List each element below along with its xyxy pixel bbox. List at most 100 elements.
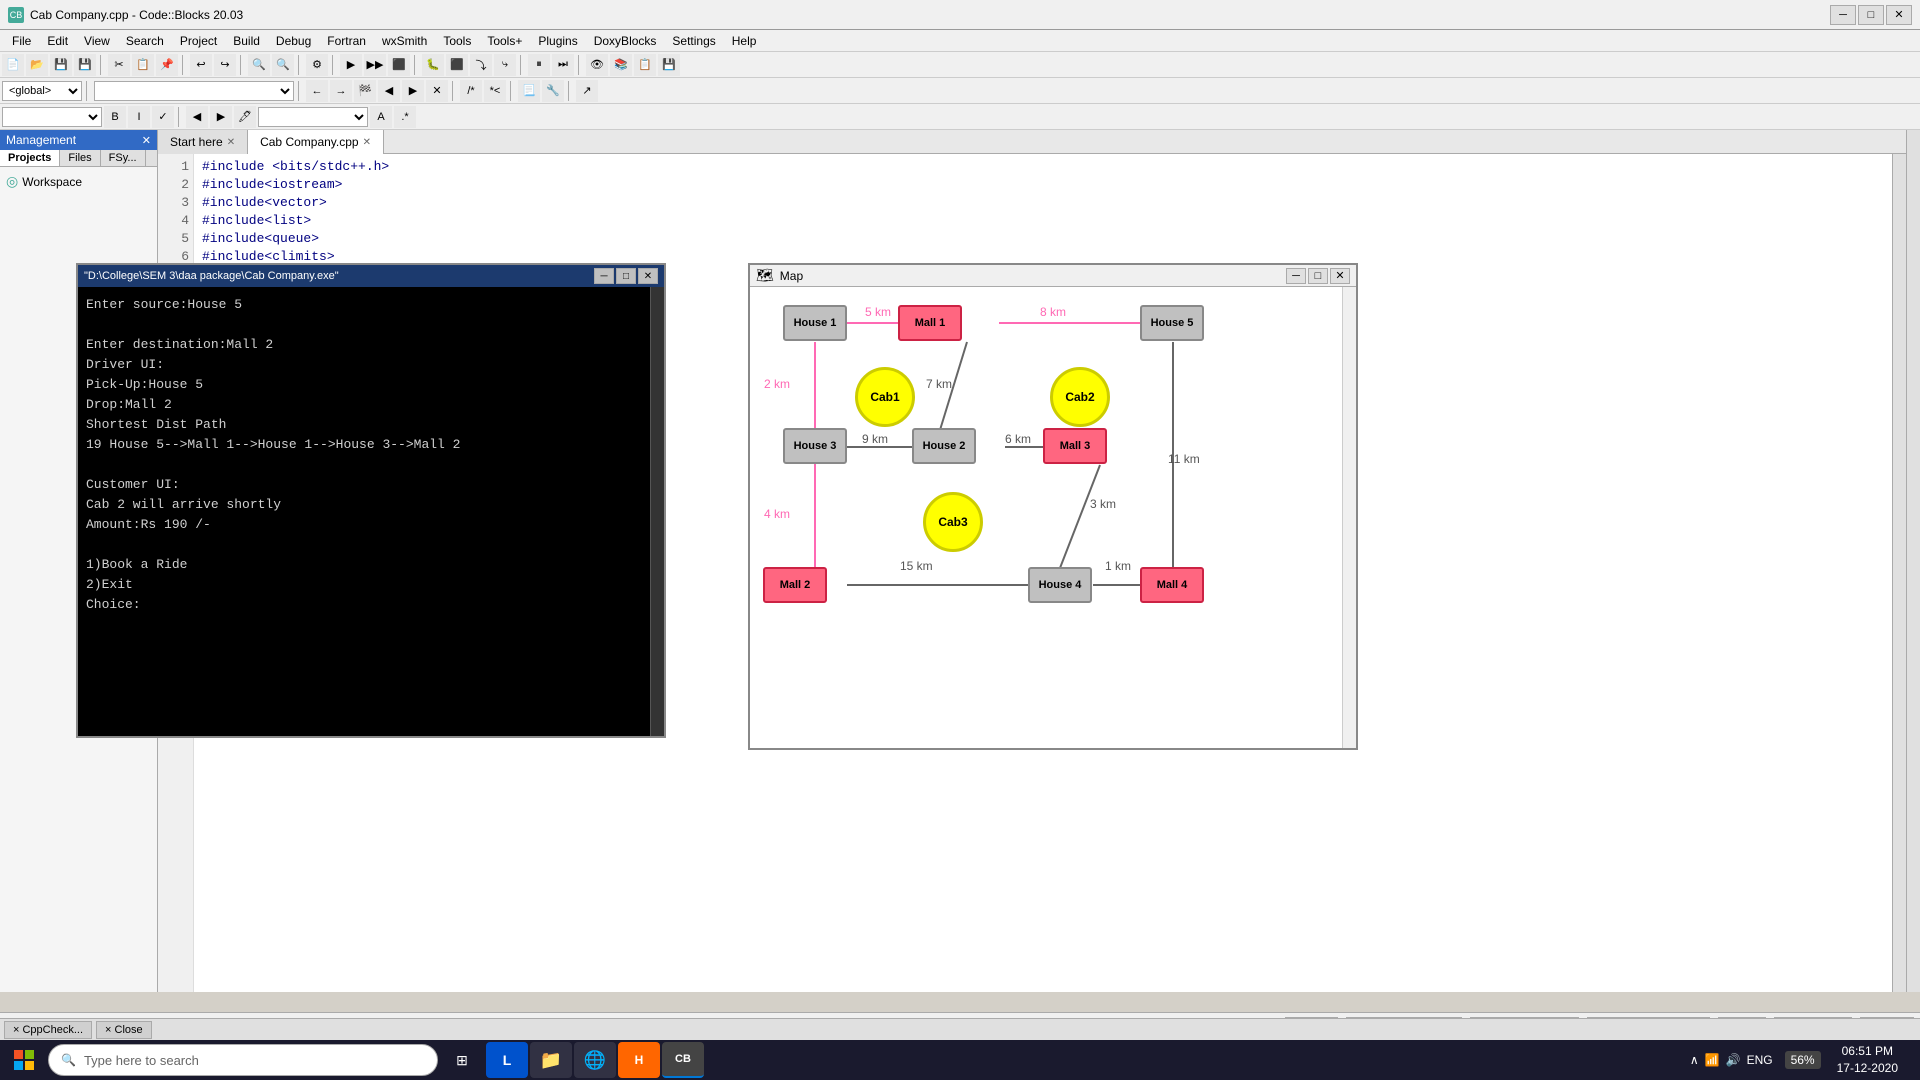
font-button[interactable]: A: [370, 106, 392, 128]
menu-item-settings[interactable]: Settings: [664, 32, 723, 50]
watches-button[interactable]: 👁: [586, 54, 608, 76]
tab-close-0[interactable]: ✕: [227, 137, 235, 148]
console-restore-button[interactable]: □: [616, 268, 636, 284]
more-button[interactable]: 🔧: [542, 80, 564, 102]
task-view-button[interactable]: ⊞: [442, 1042, 482, 1078]
stack-button[interactable]: 📚: [610, 54, 632, 76]
taskbar-app-files[interactable]: 📁: [530, 1042, 572, 1078]
memory-button[interactable]: 💾: [658, 54, 680, 76]
clear-bookmark-button[interactable]: ✕: [426, 80, 448, 102]
minimize-button[interactable]: ─: [1830, 5, 1856, 25]
map-scrollbar[interactable]: [1342, 287, 1356, 748]
next-btn2[interactable]: ▶: [210, 106, 232, 128]
nav-fwd-button[interactable]: →: [330, 80, 352, 102]
sidebar-tab-1[interactable]: Files: [60, 150, 100, 166]
right-scrollbar[interactable]: [1906, 130, 1920, 992]
search-combo[interactable]: [258, 107, 368, 127]
scope-combo[interactable]: <global>: [2, 81, 82, 101]
menu-item-search[interactable]: Search: [118, 32, 172, 50]
sidebar-close-button[interactable]: ✕: [142, 134, 151, 147]
console-close-button[interactable]: ✕: [638, 268, 658, 284]
volume-icon[interactable]: 🔊: [1726, 1053, 1741, 1067]
debug-next-button[interactable]: ⤵: [470, 54, 492, 76]
close-tab[interactable]: × Close: [96, 1021, 152, 1039]
find-button[interactable]: 🔍: [248, 54, 270, 76]
menu-item-doxyblocks[interactable]: DoxyBlocks: [586, 32, 665, 50]
disassemble-button[interactable]: 📋: [634, 54, 656, 76]
sidebar-tab-2[interactable]: FSy...: [101, 150, 146, 166]
copy-button[interactable]: 📋: [132, 54, 154, 76]
paste-button[interactable]: 📌: [156, 54, 178, 76]
sidebar-tab-0[interactable]: Projects: [0, 150, 60, 166]
run-button[interactable]: ▶▶: [364, 54, 386, 76]
map-minimize-button[interactable]: ─: [1286, 268, 1306, 284]
abbrev-button[interactable]: 📃: [518, 80, 540, 102]
italic-button[interactable]: I: [128, 106, 150, 128]
map-close-button[interactable]: ✕: [1330, 268, 1350, 284]
taskbar-search-box[interactable]: 🔍 Type here to search: [48, 1044, 438, 1076]
taskbar-app-hxd[interactable]: H: [618, 1042, 660, 1078]
nav-back-button[interactable]: ←: [306, 80, 328, 102]
menu-item-edit[interactable]: Edit: [39, 32, 76, 50]
map-maximize-button[interactable]: □: [1308, 268, 1328, 284]
menu-item-tools+[interactable]: Tools+: [479, 32, 530, 50]
console-minimize-button[interactable]: ─: [594, 268, 614, 284]
debug-button[interactable]: 🐛: [422, 54, 444, 76]
menu-item-plugins[interactable]: Plugins: [530, 32, 585, 50]
pause-button[interactable]: ⏸: [528, 54, 550, 76]
prev-button[interactable]: ◀: [186, 106, 208, 128]
bookmark-button[interactable]: 🏁: [354, 80, 376, 102]
highlight-button[interactable]: 🖊: [234, 106, 256, 128]
regex-button[interactable]: .*: [394, 106, 416, 128]
prev-bookmark-button[interactable]: ◀: [378, 80, 400, 102]
stop-button[interactable]: ⬛: [388, 54, 410, 76]
cut-button[interactable]: ✂: [108, 54, 130, 76]
taskbar-app-L[interactable]: L: [486, 1042, 528, 1078]
console-scrollbar[interactable]: [650, 287, 664, 736]
save-file-button[interactable]: 💾: [50, 54, 72, 76]
editor-tab-0[interactable]: Start here ✕: [158, 130, 248, 154]
editor-scrollbar[interactable]: [1892, 154, 1906, 992]
tab-close-1[interactable]: ✕: [363, 137, 371, 148]
cppcheck-tab[interactable]: × CppCheck...: [4, 1021, 92, 1039]
next-bookmark-button[interactable]: ▶: [402, 80, 424, 102]
menu-item-tools[interactable]: Tools: [435, 32, 479, 50]
editor-tab-1[interactable]: Cab Company.cpp ✕: [248, 130, 384, 154]
taskbar-app-chrome[interactable]: 🌐: [574, 1042, 616, 1078]
replace-button[interactable]: 🔍: [272, 54, 294, 76]
spellcheck-button[interactable]: ✓: [152, 106, 174, 128]
open-file-button[interactable]: 📂: [26, 54, 48, 76]
undo-button[interactable]: ↩: [190, 54, 212, 76]
menu-item-build[interactable]: Build: [225, 32, 268, 50]
maximize-button[interactable]: □: [1858, 5, 1884, 25]
taskbar-app-codeblocks[interactable]: CB: [662, 1042, 704, 1078]
continue-button[interactable]: ⏭: [552, 54, 574, 76]
debug-stop-button[interactable]: ⬛: [446, 54, 468, 76]
menu-item-view[interactable]: View: [76, 32, 118, 50]
save-all-button[interactable]: 💾: [74, 54, 96, 76]
build-button[interactable]: ▶: [340, 54, 362, 76]
bold-button[interactable]: B: [104, 106, 126, 128]
menu-item-fortran[interactable]: Fortran: [319, 32, 374, 50]
console-content[interactable]: Enter source:House 5 Enter destination:M…: [78, 287, 650, 736]
new-file-button[interactable]: 📄: [2, 54, 24, 76]
sidebar-workspace-item[interactable]: ◎ Workspace: [4, 171, 153, 192]
redo-button[interactable]: ↪: [214, 54, 236, 76]
jump-button[interactable]: ↗: [576, 80, 598, 102]
expand-button[interactable]: *<: [484, 80, 506, 102]
style-combo[interactable]: [2, 107, 102, 127]
up-arrow-icon[interactable]: ∧: [1690, 1053, 1699, 1067]
close-button[interactable]: ✕: [1886, 5, 1912, 25]
show-desktop-button[interactable]: [1910, 1040, 1916, 1080]
collapse-button[interactable]: /*: [460, 80, 482, 102]
code-combo[interactable]: [94, 81, 294, 101]
menu-item-debug[interactable]: Debug: [268, 32, 319, 50]
menu-item-wxsmith[interactable]: wxSmith: [374, 32, 435, 50]
debug-step-button[interactable]: ⤷: [494, 54, 516, 76]
menu-item-help[interactable]: Help: [724, 32, 765, 50]
settings-button[interactable]: ⚙: [306, 54, 328, 76]
start-button[interactable]: [4, 1042, 44, 1078]
code-line: #include<iostream>: [202, 176, 1884, 194]
menu-item-project[interactable]: Project: [172, 32, 225, 50]
menu-item-file[interactable]: File: [4, 32, 39, 50]
